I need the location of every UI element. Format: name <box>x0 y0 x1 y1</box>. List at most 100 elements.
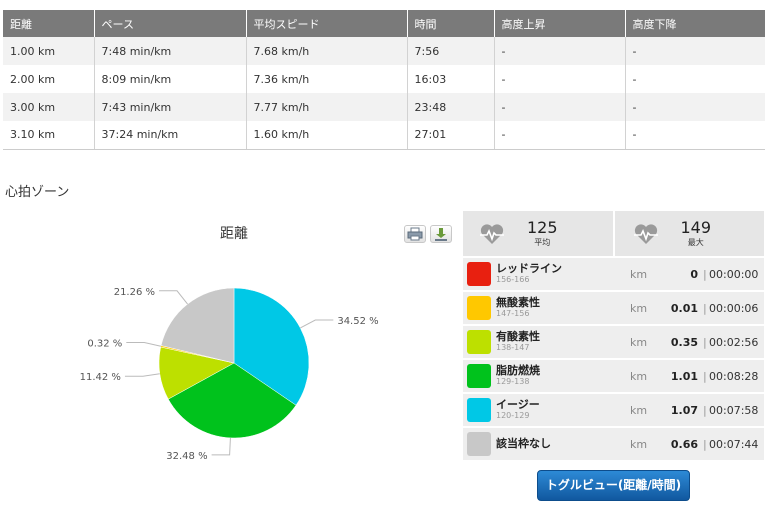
zone-row-none: 該当枠なし km 0.66 | 00:07:44 <box>463 428 764 460</box>
zone-time: 00:02:56 <box>709 335 759 349</box>
cell-time: 27:01 <box>407 121 495 150</box>
zone-distance: 1.07 <box>670 403 698 417</box>
cell-time: 7:56 <box>407 37 495 65</box>
splits-table: 距離 ペース 平均スピード 時間 高度上昇 高度下降 1.00 km 7:48 … <box>3 10 765 150</box>
cell-speed: 7.77 km/h <box>246 93 408 121</box>
cell-speed: 1.60 km/h <box>246 121 408 150</box>
cell-distance: 3.10 km <box>3 121 95 150</box>
cell-speed: 7.68 km/h <box>246 37 408 65</box>
zone-color-swatch <box>467 330 491 354</box>
table-row: 1.00 km 7:48 min/km 7.68 km/h 7:56 - - <box>3 37 765 65</box>
print-icon <box>407 227 423 241</box>
cell-pace: 7:43 min/km <box>94 93 247 121</box>
col-header-avg-speed: 平均スピード <box>246 10 408 37</box>
zone-name: 該当枠なし <box>496 437 551 450</box>
heart-rate-stats-panel: 125 平均 149 最大 レッドライン 156-166 km 0 | 00:0… <box>463 211 764 460</box>
cell-time: 23:48 <box>407 93 495 121</box>
cell-pace: 7:48 min/km <box>94 37 247 65</box>
zone-distance: 0.35 <box>670 335 698 349</box>
pie-data-label: 11.42 % <box>80 372 121 383</box>
zone-unit: km <box>630 403 648 417</box>
zone-name: 有酸素性 <box>496 330 540 343</box>
export-button[interactable] <box>430 225 452 243</box>
chart-title: 距離 <box>220 225 248 242</box>
cell-elevation-gain: - <box>494 37 626 65</box>
table-row: 3.00 km 7:43 min/km 7.77 km/h 23:48 - - <box>3 93 765 121</box>
col-header-elevation-loss: 高度下降 <box>625 10 765 37</box>
zone-row-fat-burn: 脂肪燃焼 129-138 km 1.01 | 00:08:28 <box>463 360 764 392</box>
splits-header-row: 距離 ペース 平均スピード 時間 高度上昇 高度下降 <box>3 10 765 37</box>
distance-pie-chart: 距離 34.52 % 32.48 % 11.42 % 0.32 % 21.26 % <box>0 205 462 500</box>
zone-color-swatch <box>467 262 491 286</box>
zone-time: 00:07:58 <box>709 403 759 417</box>
max-heart-rate-value: 149 <box>680 217 712 237</box>
cell-elevation-loss: - <box>625 93 765 121</box>
zone-color-swatch <box>467 364 491 388</box>
pie-leader-line <box>300 319 334 329</box>
zone-unit: km <box>630 437 648 451</box>
zone-separator: | <box>703 403 707 417</box>
zone-row-easy: イージー 120-129 km 1.07 | 00:07:58 <box>463 394 764 426</box>
pie-leader-line <box>126 341 162 347</box>
pie-leader-line <box>211 437 231 456</box>
avg-heart-rate-value: 125 <box>527 217 558 237</box>
cell-distance: 1.00 km <box>3 37 95 65</box>
zone-range: 138-147 <box>496 343 530 352</box>
table-row: 3.10 km 37:24 min/km 1.60 km/h 27:01 - - <box>3 121 765 150</box>
pie-data-label: 0.32 % <box>87 338 122 349</box>
zone-name: レッドライン <box>496 262 562 275</box>
pie-leader-line <box>159 290 188 305</box>
zone-row-redline: レッドライン 156-166 km 0 | 00:00:00 <box>463 258 764 290</box>
cell-distance: 2.00 km <box>3 65 95 93</box>
zone-color-swatch <box>467 398 491 422</box>
heart-rate-summary: 125 平均 149 最大 <box>463 211 764 256</box>
zone-row-aerobic: 有酸素性 138-147 km 0.35 | 00:02:56 <box>463 326 764 358</box>
cell-pace: 37:24 min/km <box>94 121 247 150</box>
cell-time: 16:03 <box>407 65 495 93</box>
zone-name: 無酸素性 <box>496 296 540 309</box>
download-icon <box>435 228 447 241</box>
zone-name: イージー <box>496 398 540 411</box>
toggle-view-button[interactable]: トグルビュー(距離/時間) <box>537 470 690 501</box>
zone-distance: 0.66 <box>670 437 698 451</box>
max-heart-rate-label: 最大 <box>687 237 704 247</box>
zone-range: 147-156 <box>496 309 530 318</box>
pie-slices <box>158 287 310 439</box>
pie-data-label: 34.52 % <box>337 316 378 327</box>
zone-time: 00:00:06 <box>709 301 759 315</box>
print-button[interactable] <box>404 225 426 243</box>
zone-distance: 0 <box>690 267 698 281</box>
zone-name: 脂肪燃焼 <box>496 364 540 377</box>
zone-separator: | <box>703 267 707 281</box>
zone-row-anaerobic: 無酸素性 147-156 km 0.01 | 00:00:06 <box>463 292 764 324</box>
col-header-pace: ペース <box>94 10 247 37</box>
cell-elevation-gain: - <box>494 121 626 150</box>
zone-unit: km <box>630 301 648 315</box>
max-heart-rate: 149 最大 <box>614 211 764 256</box>
pie-leader-line <box>124 373 160 377</box>
cell-speed: 7.36 km/h <box>246 65 408 93</box>
cell-elevation-gain: - <box>494 93 626 121</box>
pie-chart-svg: 距離 34.52 % 32.48 % 11.42 % 0.32 % 21.26 % <box>80 225 379 462</box>
zone-color-swatch <box>467 432 491 456</box>
pie-data-label: 21.26 % <box>114 287 155 298</box>
heart-rate-zone-title: 心拍ゾーン <box>5 185 70 200</box>
zone-range: 120-129 <box>496 411 530 420</box>
zone-unit: km <box>630 335 648 349</box>
cell-distance: 3.00 km <box>3 93 95 121</box>
col-header-time: 時間 <box>407 10 495 37</box>
zone-distance: 0.01 <box>670 301 698 315</box>
pie-data-label: 32.48 % <box>166 451 207 462</box>
col-header-distance: 距離 <box>3 10 95 37</box>
zone-distance: 1.01 <box>670 369 698 383</box>
zone-range: 129-138 <box>496 377 530 386</box>
zone-unit: km <box>630 267 648 281</box>
table-row: 2.00 km 8:09 min/km 7.36 km/h 16:03 - - <box>3 65 765 93</box>
heart-pulse-icon <box>480 223 504 244</box>
zone-separator: | <box>703 369 707 383</box>
zone-color-swatch <box>467 296 491 320</box>
col-header-elevation-gain: 高度上昇 <box>494 10 626 37</box>
zone-separator: | <box>703 335 707 349</box>
cell-elevation-loss: - <box>625 121 765 150</box>
avg-heart-rate-label: 平均 <box>534 237 551 247</box>
